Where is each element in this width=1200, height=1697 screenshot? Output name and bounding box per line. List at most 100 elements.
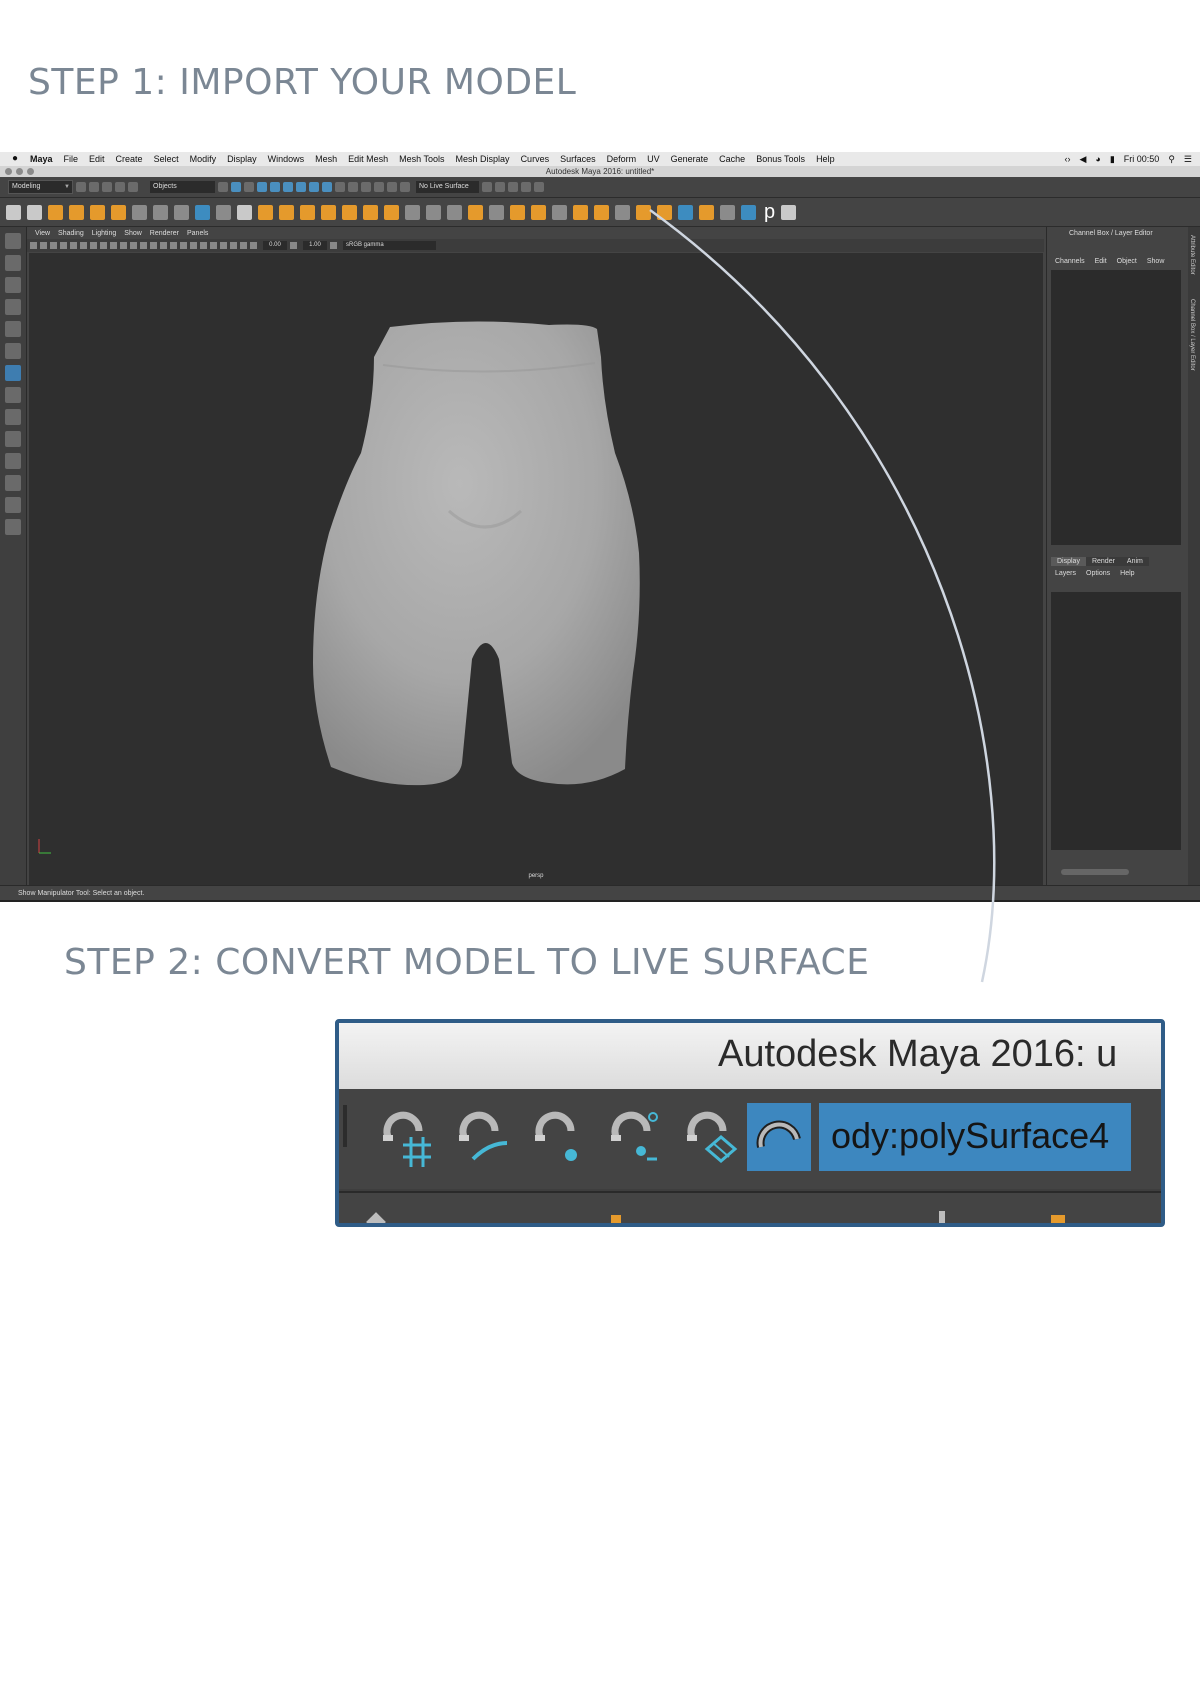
move-tool-icon[interactable] (5, 299, 21, 315)
volume-icon[interactable]: ◀ (1079, 154, 1086, 165)
shelf-combine-icon[interactable] (468, 204, 483, 220)
hypershade-icon[interactable] (534, 182, 544, 192)
menu-surfaces[interactable]: Surfaces (560, 154, 596, 164)
select-by-object-icon[interactable] (231, 182, 241, 192)
wifi-icon[interactable]: ◕ (1095, 154, 1100, 164)
show-menu[interactable]: Show (1147, 258, 1165, 265)
menu-file[interactable]: File (64, 154, 79, 164)
shelf-grid-icon[interactable] (300, 204, 315, 220)
field-chart-icon[interactable] (100, 242, 107, 249)
shelf-p-label[interactable]: p (764, 202, 775, 222)
shelf-fill-icon[interactable] (384, 204, 399, 220)
shelf-curve-icon[interactable] (174, 204, 189, 220)
object-menu[interactable]: Object (1117, 258, 1137, 265)
tab-render[interactable]: Render (1085, 557, 1121, 566)
anti-aliasing-icon[interactable] (200, 242, 207, 249)
shelf-wire-cube-icon[interactable] (741, 204, 756, 220)
xray-icon[interactable] (230, 242, 237, 249)
shelf-extrude-icon[interactable] (321, 204, 336, 220)
shelf-rain-icon[interactable] (720, 204, 735, 220)
menu-help[interactable]: Help (816, 154, 835, 164)
shelf-pc-icon[interactable] (216, 204, 231, 220)
live-object-field[interactable]: ody:polySurface4 (819, 1103, 1131, 1171)
panel-menu-shading[interactable]: Shading (58, 230, 84, 237)
shelf-ute-icon[interactable] (237, 204, 252, 220)
motion-blur-icon[interactable] (190, 242, 197, 249)
gate-mask-icon[interactable] (90, 242, 97, 249)
save-scene-icon[interactable] (102, 182, 112, 192)
color-management-icon[interactable] (330, 242, 337, 249)
menu-bonus-tools[interactable]: Bonus Tools (756, 154, 805, 164)
shelf-diamond-icon[interactable] (111, 204, 126, 220)
exposure-icon[interactable] (250, 242, 257, 249)
persp-graph-layout-icon[interactable] (5, 431, 21, 447)
minimize-window-button[interactable] (16, 168, 23, 175)
shelf-cp-icon[interactable] (153, 204, 168, 220)
shelf-ft-icon[interactable] (132, 204, 147, 220)
safe-title-icon[interactable] (120, 242, 127, 249)
shelf-merge-icon[interactable] (573, 204, 588, 220)
ipr-render-icon[interactable] (508, 182, 518, 192)
help-menu[interactable]: Help (1120, 570, 1134, 577)
shelf-sculpt-icon[interactable] (636, 204, 651, 220)
scale-tool-icon[interactable] (5, 343, 21, 359)
pick-mask-deformations-icon[interactable] (309, 182, 319, 192)
panel-menu-renderer[interactable]: Renderer (150, 230, 179, 237)
menu-mesh-display[interactable]: Mesh Display (456, 154, 510, 164)
gamma-icon[interactable] (290, 242, 297, 249)
horizontal-scrollbar[interactable] (1061, 869, 1129, 875)
menu-create[interactable]: Create (116, 154, 143, 164)
shadows-icon[interactable] (170, 242, 177, 249)
make-live-icon[interactable] (400, 182, 410, 192)
shelf-bevel-icon[interactable] (342, 204, 357, 220)
shelf-pie-icon[interactable] (781, 204, 797, 220)
outliner-layout-icon[interactable] (5, 475, 21, 491)
shelf-sphere-icon[interactable] (258, 204, 273, 220)
textured-icon[interactable] (150, 242, 157, 249)
selection-mode-dropdown[interactable]: Objects (150, 181, 215, 193)
toolbox-dot-icon[interactable] (5, 519, 21, 535)
image-plane-icon[interactable] (50, 242, 57, 249)
snap-projected-center-icon[interactable] (677, 1103, 741, 1171)
isolate-select-icon[interactable] (220, 242, 227, 249)
pick-mask-handles-icon[interactable] (257, 182, 267, 192)
resolution-gate-icon[interactable] (80, 242, 87, 249)
code-icon[interactable]: ‹› (1064, 154, 1070, 164)
persp-outliner-layout-icon[interactable] (5, 453, 21, 469)
gamma-field[interactable]: 1.00 (303, 241, 327, 250)
ambient-occlusion-icon[interactable] (180, 242, 187, 249)
pick-mask-curves-icon[interactable] (283, 182, 293, 192)
menu-curves[interactable]: Curves (521, 154, 550, 164)
snap-point-icon[interactable] (374, 182, 384, 192)
menu-select[interactable]: Select (154, 154, 179, 164)
undo-icon[interactable] (115, 182, 125, 192)
smooth-shade-icon[interactable] (140, 242, 147, 249)
layers-menu[interactable]: Layers (1055, 570, 1076, 577)
pick-mask-joints-icon[interactable] (270, 182, 280, 192)
snap-curve-icon[interactable] (449, 1103, 513, 1171)
tab-display[interactable]: Display (1051, 557, 1086, 566)
render-settings-icon[interactable] (521, 182, 531, 192)
menu-generate[interactable]: Generate (671, 154, 709, 164)
menu-mesh[interactable]: Mesh (315, 154, 337, 164)
hypershade-layout-icon[interactable] (5, 497, 21, 513)
spotlight-search-icon[interactable]: ⚲ (1168, 154, 1175, 165)
close-window-button[interactable] (5, 168, 12, 175)
wireframe-icon[interactable] (130, 242, 137, 249)
redo-icon[interactable] (128, 182, 138, 192)
menu-edit-mesh[interactable]: Edit Mesh (348, 154, 388, 164)
menu-uv[interactable]: UV (647, 154, 660, 164)
show-manipulator-tool-icon[interactable] (5, 365, 21, 381)
channels-menu[interactable]: Channels (1055, 258, 1085, 265)
paint-select-tool-icon[interactable] (5, 277, 21, 293)
live-surface-field[interactable]: No Live Surface (416, 181, 479, 193)
shelf-target-icon[interactable] (594, 204, 609, 220)
panel-menu-view[interactable]: View (35, 230, 50, 237)
pick-mask-surfaces-icon[interactable] (296, 182, 306, 192)
render-current-frame-icon[interactable] (495, 182, 505, 192)
panel-menu-show[interactable]: Show (124, 230, 142, 237)
menu-maya[interactable]: Maya (30, 154, 53, 164)
xray-joints-icon[interactable] (240, 242, 247, 249)
menubar-clock[interactable]: Fri 00:50 (1124, 154, 1160, 164)
panel-menu-panels[interactable]: Panels (187, 230, 208, 237)
